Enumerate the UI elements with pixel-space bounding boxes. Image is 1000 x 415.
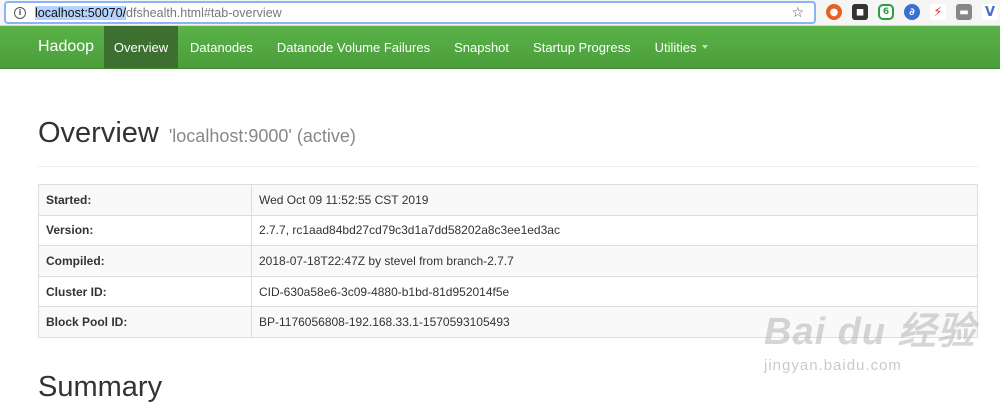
- extension-icon[interactable]: ◼: [852, 4, 868, 20]
- row-value: Wed Oct 09 11:52:55 CST 2019: [251, 184, 978, 216]
- row-value: BP-1176056808-192.168.33.1-1570593105493: [251, 306, 978, 338]
- nav-overview[interactable]: Overview: [104, 26, 178, 68]
- page-title: Overview: [38, 117, 159, 149]
- table-row: Started: Wed Oct 09 11:52:55 CST 2019: [38, 184, 978, 216]
- overview-header: Overview 'localhost:9000' (active): [38, 117, 978, 167]
- row-label: Version:: [38, 214, 252, 247]
- row-value: CID-630a58e6-3c09-4880-b1bd-81d952014f5e: [251, 275, 978, 308]
- extension-icon[interactable]: ●: [826, 4, 842, 20]
- url-path: dfshealth.html#tab-overview: [126, 5, 282, 20]
- info-icon[interactable]: i: [14, 6, 26, 19]
- browser-toolbar: i localhost:50070/dfshealth.html#tab-ove…: [0, 0, 1000, 26]
- nav-utilities[interactable]: Utilities: [643, 26, 721, 68]
- row-label: Cluster ID:: [38, 275, 252, 308]
- namenode-address: 'localhost:9000' (active): [168, 126, 356, 146]
- extension-icon[interactable]: ⚡: [930, 4, 946, 20]
- address-bar[interactable]: i localhost:50070/dfshealth.html#tab-ove…: [4, 1, 816, 24]
- bookmark-star-icon[interactable]: ☆: [791, 5, 804, 21]
- row-value: 2.7.7, rc1aad84bd27cd79c3d1a7dd58202a8c3…: [251, 214, 978, 247]
- nav-snapshot[interactable]: Snapshot: [442, 26, 521, 68]
- extension-icons: ● ◼ 6 ∂ ⚡ ▬ V: [826, 4, 998, 20]
- nav-datanode-volume-failures[interactable]: Datanode Volume Failures: [265, 26, 442, 68]
- row-value: 2018-07-18T22:47Z by stevel from branch-…: [251, 245, 978, 277]
- overview-table: Started: Wed Oct 09 11:52:55 CST 2019 Vers…: [38, 184, 978, 338]
- extension-icon[interactable]: ▬: [956, 4, 972, 20]
- url-host: localhost:50070/: [35, 5, 127, 20]
- table-row: Compiled: 2018-07-18T22:47Z by stevel fro…: [38, 245, 978, 277]
- summary-title: Summary: [38, 371, 163, 403]
- nav-startup-progress[interactable]: Startup Progress: [521, 26, 643, 68]
- brand-link[interactable]: Hadoop: [0, 26, 104, 68]
- nav-datanodes[interactable]: Datanodes: [178, 26, 265, 68]
- row-label: Block Pool ID:: [38, 306, 252, 338]
- extension-icon[interactable]: ∂: [904, 4, 920, 20]
- row-label: Compiled:: [38, 245, 252, 277]
- caret-down-icon: [702, 45, 709, 49]
- watermark-url: jingyan.baidu.com: [764, 357, 902, 374]
- nav-utilities-label: Utilities: [654, 39, 697, 55]
- main-navbar: Hadoop Overview Datanodes Datanode Volum…: [0, 26, 1000, 69]
- row-label: Started:: [38, 184, 252, 216]
- extension-icon[interactable]: V: [982, 4, 998, 20]
- url-text[interactable]: localhost:50070/dfshealth.html#tab-overv…: [35, 5, 282, 20]
- extension-icon[interactable]: 6: [878, 4, 894, 20]
- table-row: Version: 2.7.7, rc1aad84bd27cd79c3d1a7dd5…: [38, 214, 978, 247]
- table-row: Block Pool ID: BP-1176056808-192.168.33.1…: [38, 306, 978, 338]
- table-row: Cluster ID: CID-630a58e6-3c09-4880-b1bd-8…: [38, 275, 978, 308]
